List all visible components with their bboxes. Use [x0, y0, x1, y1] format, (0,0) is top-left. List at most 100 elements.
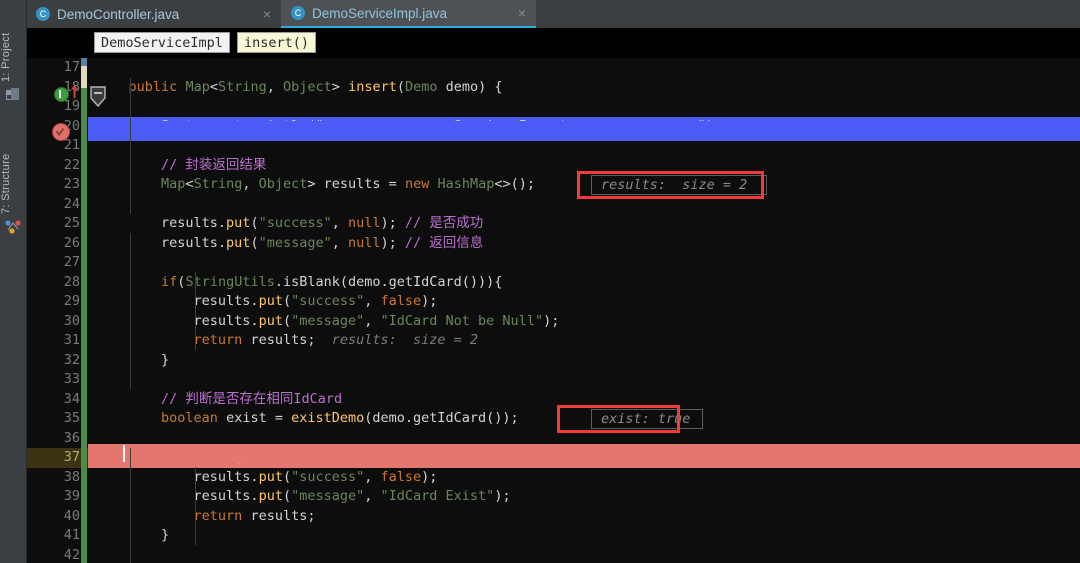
annotation-box-exist [557, 405, 680, 433]
breadcrumb: DemoServiceImpl insert() [26, 28, 1080, 58]
breadcrumb-label: insert() [244, 34, 310, 51]
code-token: "message" [291, 312, 365, 329]
code-token: null [348, 234, 381, 251]
code-line[interactable]: return results; [88, 507, 1080, 527]
code-token: "IdCard Exist" [380, 488, 495, 504]
code-token: results. [96, 468, 259, 485]
code-line[interactable]: results.put("success", false); [88, 292, 1080, 312]
code-token: ( [250, 215, 259, 231]
code-token: // 是否成功 [404, 215, 484, 231]
code-token: put [226, 215, 251, 231]
editor-tab-label: DemoServiceImpl.java [312, 5, 448, 21]
line-number: 38 [63, 468, 80, 485]
code-line[interactable]: results.put("success", null); // 是否成功 [88, 214, 1080, 234]
code-line[interactable]: if(StringUtils.isBlank(demo.getIdCard())… [88, 273, 1080, 293]
close-icon[interactable]: × [263, 7, 271, 21]
breadcrumb-item-method[interactable]: insert() [237, 32, 317, 53]
line-number: 25 [63, 215, 80, 231]
inline-debug-hint[interactable]: results: size = 2 [315, 332, 478, 348]
code-line[interactable]: return results; results: size = 2 [88, 331, 1080, 351]
indent-guide [130, 233, 131, 389]
code-token: "message" [258, 234, 332, 251]
code-token: Object [283, 78, 332, 95]
code-token: , [331, 215, 348, 231]
code-token: ( [282, 293, 292, 309]
code-token: // 封装返回结果 [161, 156, 267, 173]
editor-tab-demoserviceimpl[interactable]: C DemoServiceImpl.java × [281, 0, 536, 28]
editor-gutter[interactable]: 17 18 19 20 21 22 23 24 25 26 27 28 29 30 31 32 33 34 35 36… [26, 58, 88, 563]
code-token: , [242, 176, 259, 192]
override-method-icon[interactable] [54, 87, 69, 102]
tool-window-project[interactable]: 1: Project [0, 8, 26, 82]
code-token: > results = [307, 176, 405, 192]
code-token: existDemo [291, 410, 365, 426]
code-token: null [348, 215, 381, 231]
code-line[interactable] [88, 58, 1080, 78]
code-line[interactable]: } [88, 526, 1080, 546]
code-token: ( [250, 234, 259, 251]
line-number: 39 [63, 488, 80, 504]
code-line[interactable]: results.put("message", "IdCard Exist"); [88, 487, 1080, 507]
code-token: , [364, 312, 381, 329]
code-line[interactable] [88, 370, 1080, 390]
line-number: 22 [63, 156, 80, 173]
structure-icon [5, 220, 21, 234]
code-token: put [258, 293, 283, 309]
line-number: 42 [63, 546, 80, 563]
code-line[interactable]: results.put("message", "IdCard Not be Nu… [88, 312, 1080, 332]
code-token: Map [185, 78, 210, 95]
java-class-icon: C [36, 7, 50, 21]
executed-line-stripe [26, 121, 1080, 141]
code-token: Map [161, 176, 186, 192]
change-bar-modified[interactable] [81, 58, 87, 66]
code-token: results. [96, 312, 259, 329]
code-token: false [380, 293, 422, 309]
tool-window-project-label: 1: Project [0, 32, 12, 82]
code-token: put [226, 234, 251, 251]
tool-window-structure[interactable]: 7: Structure [0, 130, 26, 214]
code-token: String [217, 78, 267, 95]
line-number: 30 [63, 312, 80, 329]
code-token: // 返回信息 [404, 234, 484, 251]
change-bar-changed[interactable] [81, 66, 87, 88]
code-token: return [193, 332, 243, 348]
change-bar-added[interactable] [81, 88, 87, 563]
close-icon[interactable]: × [518, 6, 526, 20]
left-tool-strip: 1: Project 7: Structure [0, 0, 27, 563]
code-fold-icon[interactable] [89, 86, 107, 108]
tool-window-structure-label: 7: Structure [0, 153, 12, 214]
code-token: results. [96, 488, 259, 504]
code-line[interactable]: } [88, 351, 1080, 371]
tab-bar-empty-area [536, 0, 1080, 28]
code-token: if [161, 273, 178, 290]
line-number: 31 [63, 332, 80, 348]
breakpoint-icon[interactable] [52, 123, 70, 141]
annotation-box-results [577, 171, 764, 199]
code-token: , [364, 293, 381, 309]
breakpoint-check-glyph [55, 127, 65, 137]
code-token: } [96, 527, 170, 543]
line-number: 35 [63, 410, 80, 426]
code-line[interactable]: public Map<String, Object> insert(Demo d… [88, 78, 1080, 98]
current-line-stripe [26, 443, 1080, 463]
code-token: "message" [291, 488, 365, 504]
code-line[interactable]: results.put("message", null); // 返回信息 [88, 234, 1080, 254]
editor-tab-democontroller[interactable]: C DemoController.java × [26, 0, 281, 28]
code-token: false [380, 468, 422, 485]
line-number: 28 [63, 273, 80, 290]
code-line[interactable]: results.put("success", false); [88, 468, 1080, 488]
code-line[interactable] [88, 253, 1080, 273]
code-token: String [193, 176, 243, 192]
line-number: 33 [63, 371, 80, 387]
code-line[interactable] [88, 97, 1080, 117]
code-editor[interactable]: 17 18 19 20 21 22 23 24 25 26 27 28 29 30 31 32 33 34 35 36… [26, 58, 1080, 563]
code-token: results; [242, 507, 316, 524]
code-token: public [128, 78, 178, 95]
line-number: 34 [63, 390, 80, 407]
code-token: ); [543, 312, 560, 329]
code-token: > [331, 78, 349, 95]
breadcrumb-item-class[interactable]: DemoServiceImpl [94, 32, 230, 53]
code-line[interactable] [88, 546, 1080, 563]
